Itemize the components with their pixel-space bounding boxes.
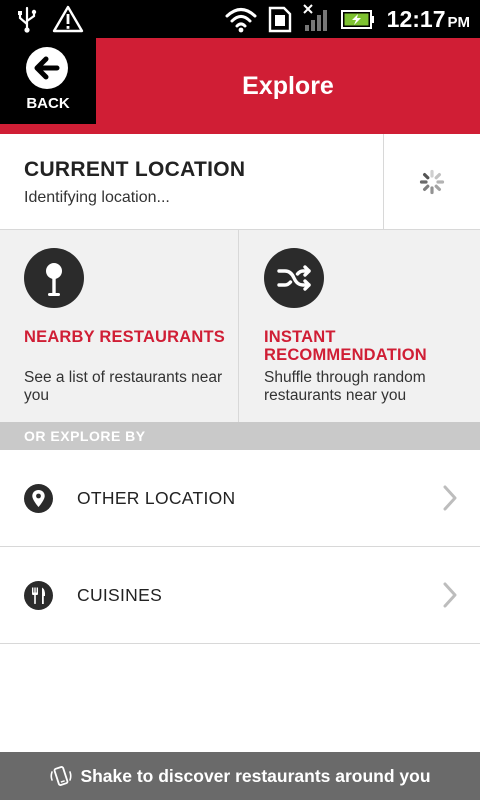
instant-recommendation-title: INSTANT RECOMMENDATION	[264, 328, 427, 364]
current-location-panel[interactable]: CURRENT LOCATION Identifying location...	[0, 134, 480, 230]
back-label: BACK	[26, 95, 70, 112]
nearby-restaurants-description: See a list of restaurants near you	[24, 369, 223, 404]
loading-spinner-icon	[419, 169, 445, 195]
status-bar: 12:17 PM	[0, 0, 480, 38]
list-item-cuisines[interactable]: CUISINES	[0, 547, 480, 644]
wifi-icon	[225, 8, 257, 33]
shuffle-icon	[264, 248, 324, 308]
app-header: BACK Explore	[0, 38, 480, 134]
location-refresh-button[interactable]	[383, 134, 480, 229]
current-location-status: Identifying location...	[24, 189, 170, 206]
signal-icon	[303, 4, 327, 31]
shake-to-discover-text: Shake to discover restaurants around you	[80, 765, 431, 786]
sim-icon	[268, 6, 292, 33]
current-location-title: CURRENT LOCATION	[24, 158, 246, 181]
map-pin-icon	[24, 248, 84, 308]
shake-phone-icon	[50, 766, 72, 786]
explore-by-section-header: OR EXPLORE BY	[0, 422, 480, 450]
instant-recommendation-card[interactable]: INSTANT RECOMMENDATION Shuffle through r…	[240, 230, 480, 422]
instant-recommendation-description: Shuffle through random restaurants near …	[264, 369, 426, 404]
chevron-right-icon	[443, 582, 457, 608]
back-button[interactable]: BACK	[0, 38, 96, 124]
nearby-restaurants-card[interactable]: NEARBY RESTAURANTS See a list of restaur…	[0, 230, 239, 422]
other-location-label: OTHER LOCATION	[77, 488, 236, 508]
shake-to-discover-bar[interactable]: Shake to discover restaurants around you	[0, 752, 480, 800]
warning-icon	[52, 5, 84, 33]
cuisines-label: CUISINES	[77, 585, 163, 605]
page-title: Explore	[242, 72, 334, 100]
list-item-other-location[interactable]: OTHER LOCATION	[0, 450, 480, 547]
explore-by-label: OR EXPLORE BY	[24, 428, 146, 444]
explore-options: NEARBY RESTAURANTS See a list of restaur…	[0, 230, 480, 422]
usb-icon	[18, 6, 37, 33]
chevron-right-icon	[443, 485, 457, 511]
fork-knife-icon	[24, 581, 53, 610]
back-arrow-icon	[26, 47, 68, 89]
status-time: 12:17 PM	[386, 6, 470, 32]
nearby-restaurants-title: NEARBY RESTAURANTS	[24, 328, 226, 346]
location-pin-icon	[24, 484, 53, 513]
battery-charging-icon	[341, 10, 374, 29]
